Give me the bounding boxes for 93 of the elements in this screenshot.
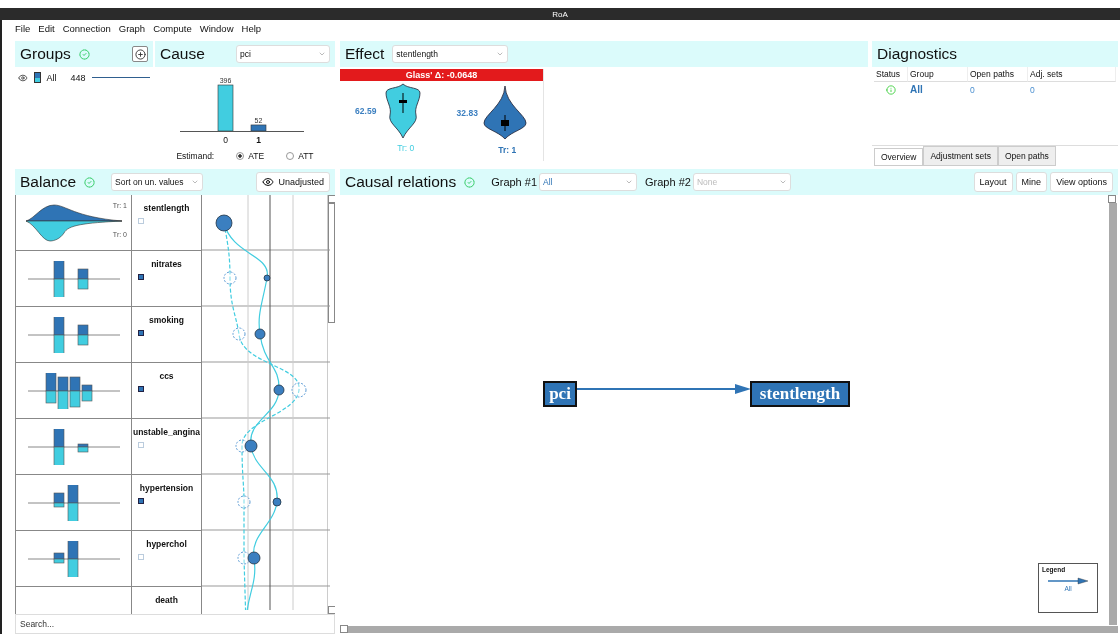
toolbar-button[interactable]: Mine (1015, 172, 1048, 192)
caret-icon (496, 50, 505, 58)
panel-title: Groups (20, 45, 71, 63)
panel-title: Causal relations (345, 173, 457, 191)
treatment-label: Tr: 0 (397, 143, 415, 153)
window-title: RoA (552, 9, 568, 19)
column-header: Open paths (968, 67, 1028, 82)
estimand-radio[interactable]: ATE (236, 151, 265, 161)
caret-icon (191, 178, 199, 186)
adjusted-point (272, 497, 282, 507)
toolbar-button[interactable]: View options (1050, 172, 1113, 192)
scrollbar[interactable] (340, 625, 1118, 634)
caret-icon (318, 50, 326, 58)
checkbox[interactable] (138, 498, 144, 504)
category-label: 1 (256, 135, 261, 145)
caret-icon (625, 178, 634, 186)
caret-icon (778, 178, 787, 186)
scrollbar[interactable] (327, 195, 335, 614)
treatment-label: Tr: 1 (498, 145, 517, 155)
covariate-name: ccs (159, 371, 174, 381)
covariate-name: hypertension (139, 483, 194, 493)
menu-item[interactable]: Help (241, 22, 262, 34)
column-header: Adj. sets (1028, 67, 1116, 82)
category-label: 0 (223, 135, 228, 145)
unadjusted-point (223, 271, 237, 285)
menu-item[interactable]: Compute (153, 22, 192, 34)
covariate-name: death (155, 595, 178, 605)
table-cell: 0 (1030, 84, 1035, 95)
effect-select[interactable]: stentlength (392, 45, 509, 63)
menu-item[interactable]: Graph (118, 22, 146, 34)
group-line (91, 77, 150, 78)
covariate-name: smoking (149, 315, 184, 325)
adjusted-point (244, 439, 258, 453)
effect-value: 32.83 (456, 108, 478, 118)
tab[interactable]: Open paths (997, 146, 1056, 166)
estimand-radio[interactable]: ATT (286, 151, 314, 161)
group-label: All (46, 72, 57, 83)
adjusted-point (215, 214, 233, 232)
check-circle-icon (84, 176, 95, 188)
graph-label: Graph #2 (645, 176, 691, 188)
status-icon (886, 84, 896, 95)
unadjusted-point (237, 551, 251, 565)
check-circle-icon (78, 48, 90, 60)
graph-node[interactable]: pci (543, 381, 577, 407)
covariate-name: nitrates (151, 259, 182, 269)
search-field[interactable]: Search... (15, 614, 335, 634)
unadjusted-point (237, 495, 251, 509)
column-header: Group (908, 67, 968, 82)
scrollbar[interactable] (1108, 195, 1118, 625)
graph-select[interactable]: All (539, 173, 638, 191)
checkbox[interactable] (138, 330, 144, 336)
adjusted-point (247, 551, 261, 565)
checkbox[interactable] (138, 386, 144, 392)
menu-item[interactable]: Edit (38, 22, 55, 34)
toolbar-button[interactable]: Layout (973, 172, 1013, 192)
column-header: Status (874, 67, 908, 82)
unadjusted-point (232, 327, 246, 341)
panel-title: Balance (20, 173, 76, 191)
covariate-name: unstable_angina (132, 427, 201, 437)
eye-icon[interactable] (18, 72, 28, 83)
bar (250, 124, 267, 132)
graph-label: Graph #1 (491, 176, 538, 188)
check-circle-icon (464, 176, 476, 188)
adjusted-point (254, 328, 266, 340)
bar (217, 84, 234, 132)
menu-item[interactable]: File (15, 22, 31, 34)
menu-item[interactable]: Window (199, 22, 234, 34)
panel-title: Cause (160, 45, 205, 63)
legend-arrow (1048, 577, 1088, 585)
adjusted-point (263, 274, 271, 282)
tab[interactable]: Adjustment sets (923, 146, 998, 166)
effect-value: 62.59 (355, 106, 377, 116)
estimand-label: Estimand: (176, 151, 215, 161)
panel-title: Effect (345, 45, 385, 63)
table-cell: All (910, 84, 923, 95)
covariate-name: hyperchol (146, 539, 187, 549)
covariate-name: stentlength (143, 203, 190, 213)
eye-icon (262, 176, 275, 188)
table-cell: 0 (970, 84, 975, 95)
effect-statistic: Glass' Δ: -0.0648 (340, 69, 543, 81)
graph-node[interactable]: stentlength (750, 381, 850, 407)
tab[interactable]: Overview (874, 148, 924, 166)
menu-item[interactable]: Connection (62, 22, 111, 34)
unadjusted-button[interactable]: Unadjusted (256, 172, 330, 192)
sort-select[interactable]: Sort on un. values (111, 173, 203, 191)
group-count: 448 (70, 72, 86, 83)
panel-title: Diagnostics (877, 45, 958, 63)
group-swatch (33, 72, 41, 83)
cause-select[interactable]: pci (236, 45, 330, 63)
unadjusted-point (291, 382, 307, 398)
add-group-button[interactable] (132, 46, 148, 62)
checkbox[interactable] (138, 274, 144, 280)
adjusted-point (273, 384, 285, 396)
